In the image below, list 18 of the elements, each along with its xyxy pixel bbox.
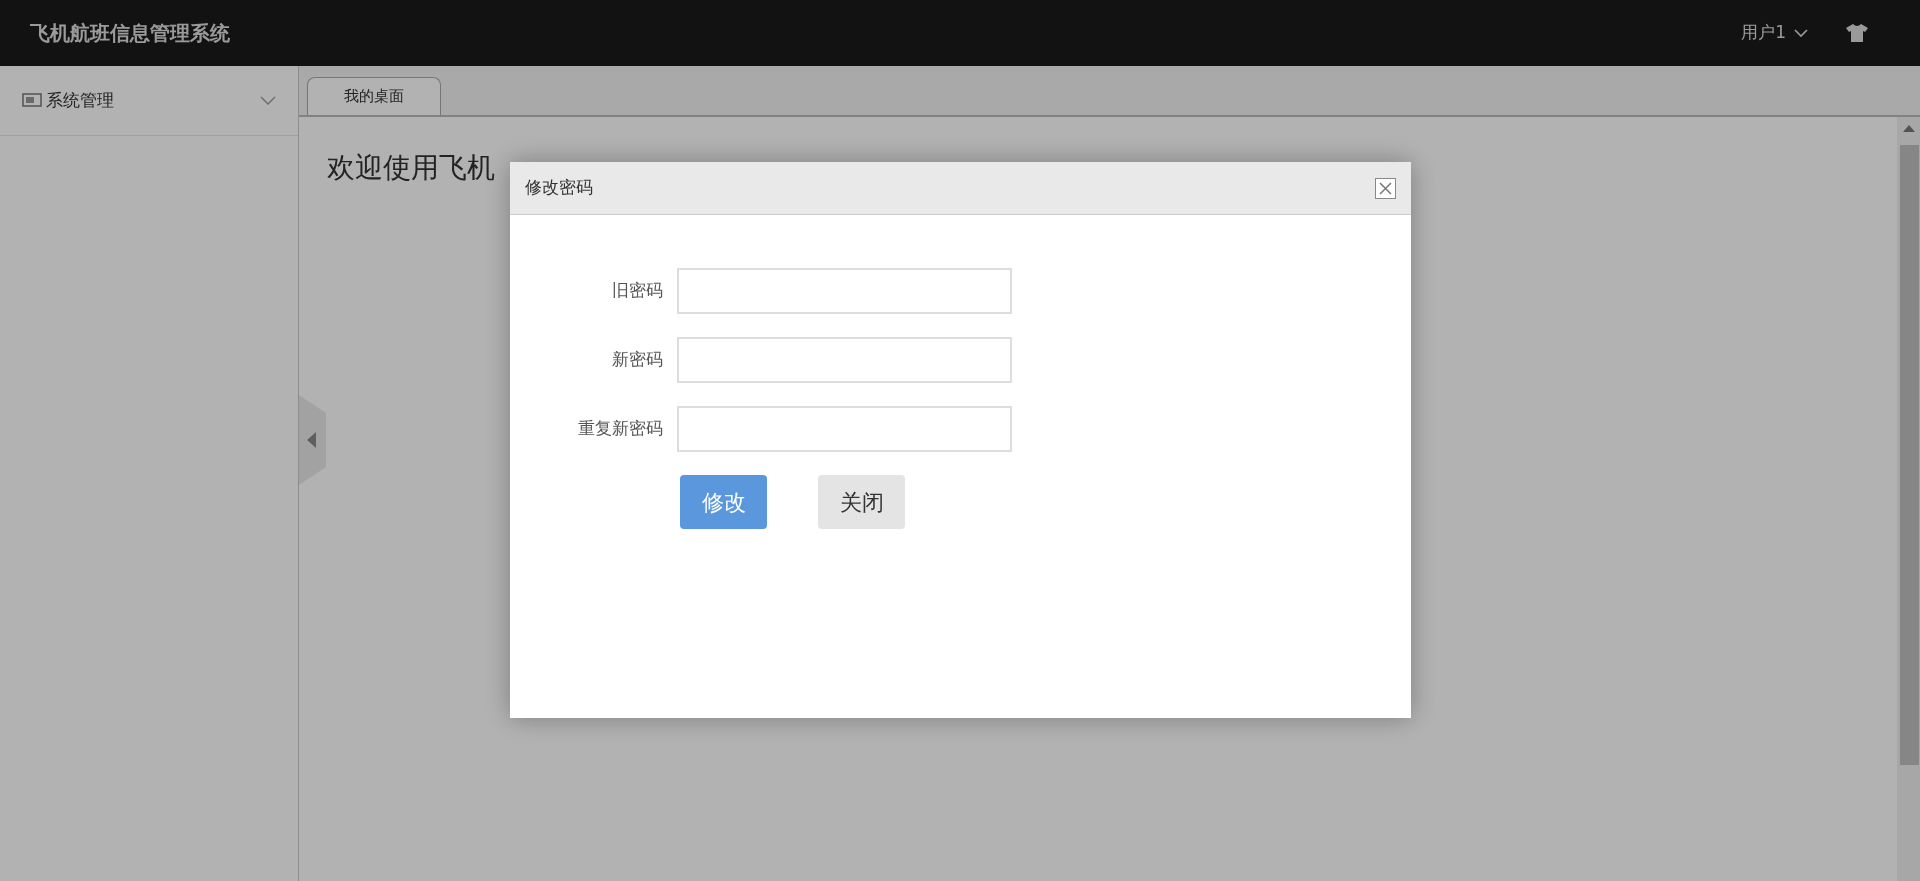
tab[interactable]: 我的桌面 — [307, 77, 441, 115]
user-menu[interactable]: 用户1 — [1741, 20, 1808, 46]
field-label: 旧密码 — [611, 279, 664, 303]
chevron-down-icon — [1794, 28, 1808, 38]
close-button[interactable]: 关闭 — [818, 475, 905, 529]
shirt-icon[interactable] — [1846, 24, 1868, 42]
scroll-up-icon[interactable] — [1903, 125, 1915, 132]
welcome-heading: 欢迎使用飞机 — [327, 150, 495, 186]
password-field[interactable] — [677, 268, 1012, 314]
scrollbar[interactable] — [1897, 117, 1920, 881]
password-field[interactable] — [677, 406, 1012, 452]
app-title: 飞机航班信息管理系统 — [30, 20, 230, 47]
field-label: 新密码 — [611, 348, 664, 372]
field-label: 重复新密码 — [577, 417, 664, 441]
password-field[interactable] — [677, 337, 1012, 383]
dialog-title: 修改密码 — [525, 176, 593, 200]
close-icon[interactable] — [1375, 177, 1396, 199]
monitor-icon — [22, 93, 42, 108]
